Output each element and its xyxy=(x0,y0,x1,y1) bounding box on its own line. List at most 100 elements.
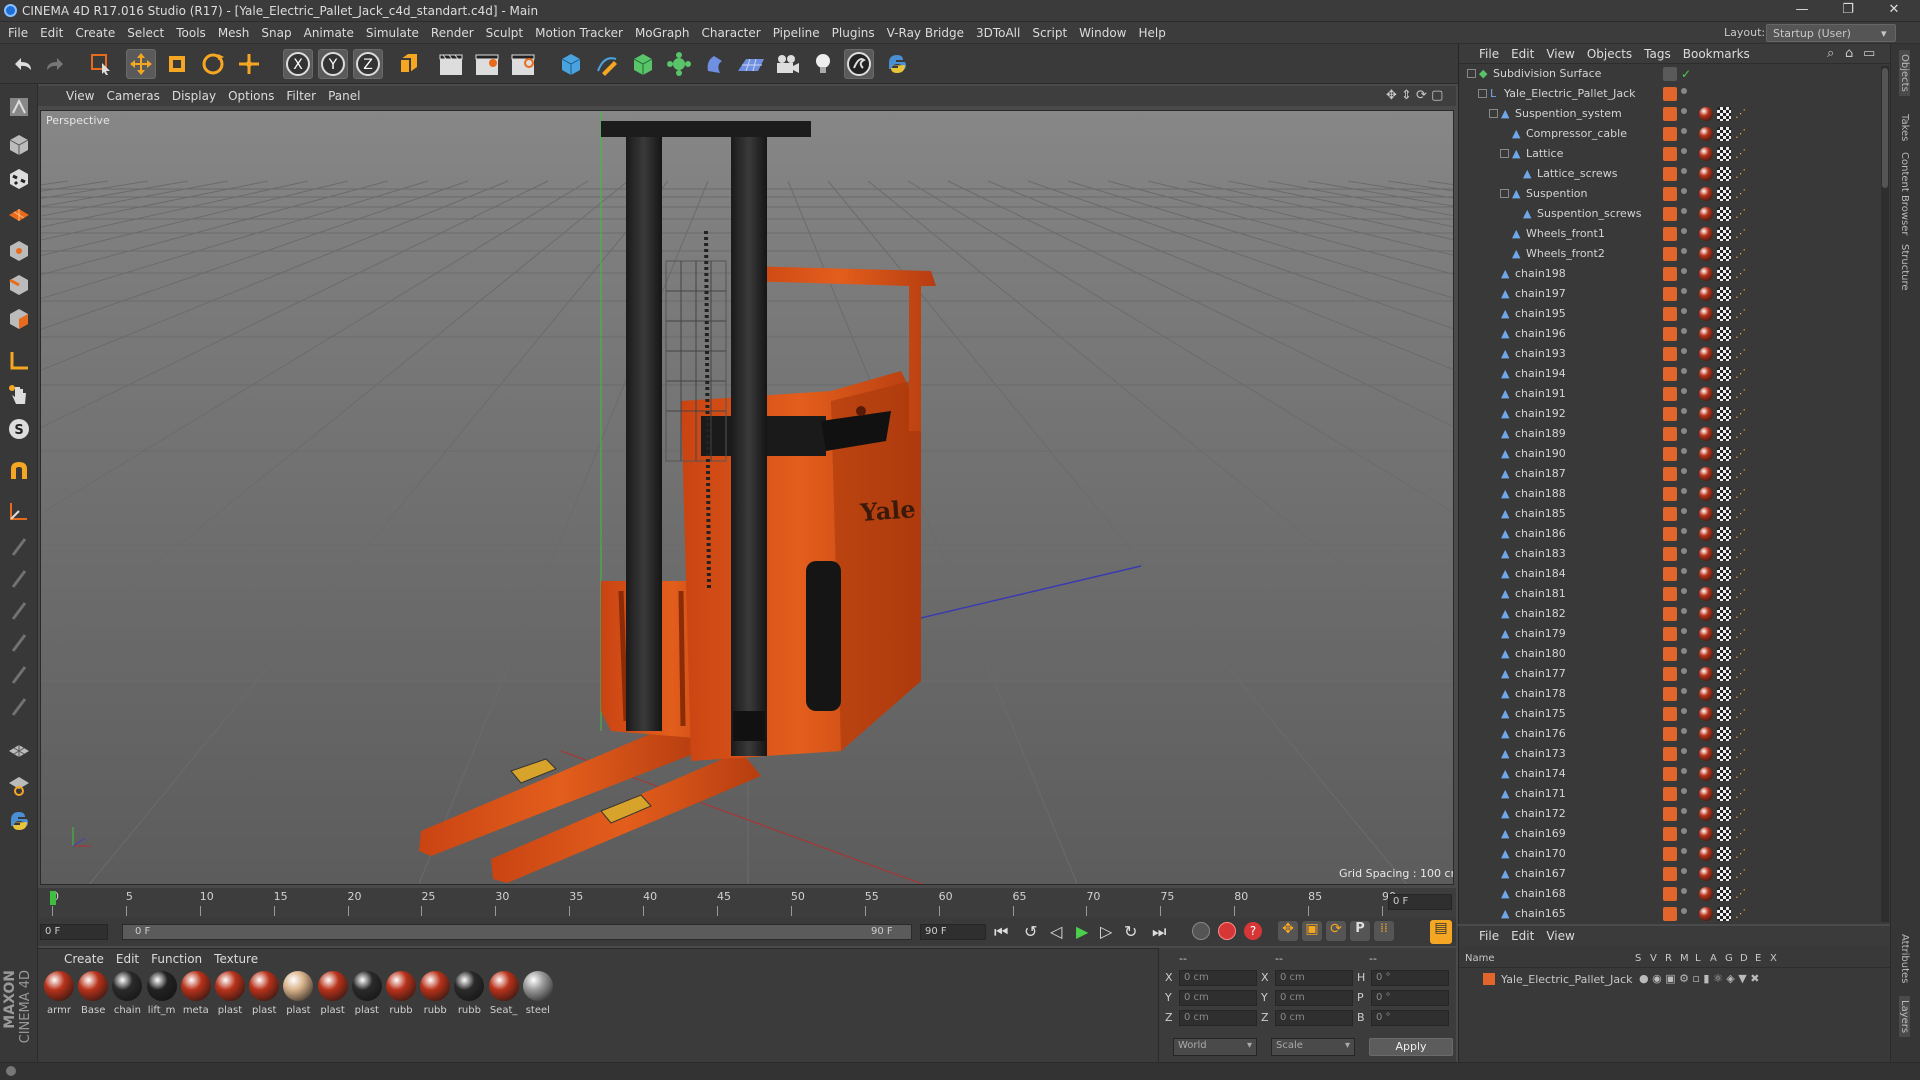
texture-tag-icon[interactable] xyxy=(1717,467,1731,481)
model-mode-button[interactable] xyxy=(4,130,34,160)
python-tool-button[interactable] xyxy=(4,806,34,836)
material-tag-icon[interactable] xyxy=(1699,127,1713,141)
texture-tag-icon[interactable] xyxy=(1717,167,1731,181)
undo-button[interactable] xyxy=(8,49,38,79)
material-tag-icon[interactable] xyxy=(1699,207,1713,221)
keyframe-selection-icon[interactable]: ? xyxy=(1244,922,1262,940)
layer-color-tag[interactable] xyxy=(1663,247,1677,261)
menu-script[interactable]: Script xyxy=(1026,26,1073,40)
layer-color-tag[interactable] xyxy=(1663,587,1677,601)
layer-column-header[interactable]: L xyxy=(1695,953,1701,964)
timeline-ruler[interactable]: 051015202530354045505560657075808590 0 F xyxy=(38,888,1456,918)
viewport-menu-panel[interactable]: Panel xyxy=(322,89,366,103)
step-forward-icon[interactable]: ▷ xyxy=(1100,922,1112,941)
object-row[interactable]: ▲ chain186 ⋰ xyxy=(1459,524,1883,544)
coordinate-mode-dropdown[interactable]: World ▾ xyxy=(1173,1038,1257,1056)
layer-column-header[interactable]: S xyxy=(1635,953,1641,964)
layer-color-tag[interactable] xyxy=(1663,387,1677,401)
visibility-dots-icon[interactable] xyxy=(1681,228,1687,234)
brush-tool-6[interactable] xyxy=(4,692,34,722)
object-row[interactable]: ▲ chain165 ⋰ xyxy=(1459,904,1883,924)
visibility-dots-icon[interactable] xyxy=(1681,388,1687,394)
material-swatch[interactable] xyxy=(78,971,109,1001)
selection-tag-icon[interactable]: ⋰ xyxy=(1735,667,1749,681)
layer-column-header[interactable]: X xyxy=(1770,953,1777,964)
key-position-icon[interactable]: ✥ xyxy=(1278,921,1298,941)
transform-button[interactable] xyxy=(234,49,264,79)
apply-button[interactable]: Apply xyxy=(1369,1038,1453,1056)
texture-tag-icon[interactable] xyxy=(1717,727,1731,741)
pen-spline-button[interactable] xyxy=(592,49,622,79)
material-tag-icon[interactable] xyxy=(1699,387,1713,401)
close-icon[interactable]: ✕ xyxy=(1880,2,1908,20)
layer-color-tag[interactable] xyxy=(1663,707,1677,721)
texture-tag-icon[interactable] xyxy=(1717,367,1731,381)
menu-3dtoall[interactable]: 3DToAll xyxy=(970,26,1026,40)
selection-tag-icon[interactable]: ⋰ xyxy=(1735,427,1749,441)
y-axis-button[interactable]: Y xyxy=(318,49,348,79)
object-row[interactable]: ▲ chain169 ⋰ xyxy=(1459,824,1883,844)
object-row[interactable]: ▲ chain185 ⋰ xyxy=(1459,504,1883,524)
object-row[interactable]: ▲ chain195 ⋰ xyxy=(1459,304,1883,324)
array-button[interactable] xyxy=(664,49,694,79)
visibility-dots-icon[interactable] xyxy=(1681,488,1687,494)
selection-tag-icon[interactable]: ⋰ xyxy=(1735,167,1749,181)
material-tag-icon[interactable] xyxy=(1699,107,1713,121)
cube-button[interactable] xyxy=(556,49,586,79)
menu-motion-tracker[interactable]: Motion Tracker xyxy=(529,26,629,40)
texture-tag-icon[interactable] xyxy=(1717,807,1731,821)
visibility-dots-icon[interactable] xyxy=(1681,788,1687,794)
texture-tag-icon[interactable] xyxy=(1717,307,1731,321)
selection-tag-icon[interactable]: ⋰ xyxy=(1735,907,1749,921)
expand-toggle-icon[interactable] xyxy=(1489,109,1498,118)
deformer-button[interactable] xyxy=(700,49,730,79)
material-swatch[interactable] xyxy=(283,971,314,1001)
object-row[interactable]: ▲ chain179 ⋰ xyxy=(1459,624,1883,644)
material-tag-icon[interactable] xyxy=(1699,407,1713,421)
visibility-dots-icon[interactable] xyxy=(1681,288,1687,294)
selection-tag-icon[interactable]: ⋰ xyxy=(1735,347,1749,361)
key-pla-icon[interactable]: ⁞⁞ xyxy=(1374,921,1394,941)
visibility-dots-icon[interactable] xyxy=(1681,368,1687,374)
texture-tag-icon[interactable] xyxy=(1717,907,1731,921)
selection-tag-icon[interactable]: ⋰ xyxy=(1735,147,1749,161)
object-row[interactable]: ▲ Lattice ⋰ xyxy=(1459,144,1883,164)
viewport-menu-view[interactable]: View xyxy=(60,89,100,103)
object-row[interactable]: ▲ Wheels_front1 ⋰ xyxy=(1459,224,1883,244)
layer-color-tag[interactable] xyxy=(1663,567,1677,581)
menu-simulate[interactable]: Simulate xyxy=(360,26,425,40)
menu-file[interactable]: File xyxy=(2,26,34,40)
selection-tag-icon[interactable]: ⋰ xyxy=(1735,727,1749,741)
material-tag-icon[interactable] xyxy=(1699,527,1713,541)
layer-color-tag[interactable] xyxy=(1663,527,1677,541)
coord-position-field[interactable]: 0 cm xyxy=(1179,1010,1257,1026)
visibility-dots-icon[interactable] xyxy=(1681,748,1687,754)
visibility-dots-icon[interactable] xyxy=(1681,768,1687,774)
selection-tag-icon[interactable]: ⋰ xyxy=(1735,467,1749,481)
material-tag-icon[interactable] xyxy=(1699,787,1713,801)
polygons-mode-button[interactable] xyxy=(4,304,34,334)
layer-color-tag[interactable] xyxy=(1663,207,1677,221)
texture-tag-icon[interactable] xyxy=(1717,827,1731,841)
layer-color-tag[interactable] xyxy=(1663,467,1677,481)
coord-position-field[interactable]: 0 cm xyxy=(1179,970,1257,986)
layer-color-tag[interactable] xyxy=(1663,807,1677,821)
object-row[interactable]: ▲ chain187 ⋰ xyxy=(1459,464,1883,484)
material-tag-icon[interactable] xyxy=(1699,567,1713,581)
coord-size-field[interactable]: 0 cm xyxy=(1275,1010,1353,1026)
snap-button[interactable]: S xyxy=(4,414,34,444)
texture-tag-icon[interactable] xyxy=(1717,327,1731,341)
texture-mode-button[interactable] xyxy=(4,164,34,194)
render-settings-button[interactable] xyxy=(508,49,538,79)
layer-color-tag[interactable] xyxy=(1663,487,1677,501)
selection-tag-icon[interactable]: ⋰ xyxy=(1735,447,1749,461)
coord-size-field[interactable]: 0 cm xyxy=(1275,970,1353,986)
object-row[interactable]: ▲ chain188 ⋰ xyxy=(1459,484,1883,504)
material-tag-icon[interactable] xyxy=(1699,247,1713,261)
material-tag-icon[interactable] xyxy=(1699,747,1713,761)
tab-objects[interactable]: Objects xyxy=(1899,50,1910,96)
floor-button[interactable] xyxy=(736,49,766,79)
texture-tag-icon[interactable] xyxy=(1717,767,1731,781)
menu-select[interactable]: Select xyxy=(121,26,170,40)
menu-render[interactable]: Render xyxy=(425,26,480,40)
